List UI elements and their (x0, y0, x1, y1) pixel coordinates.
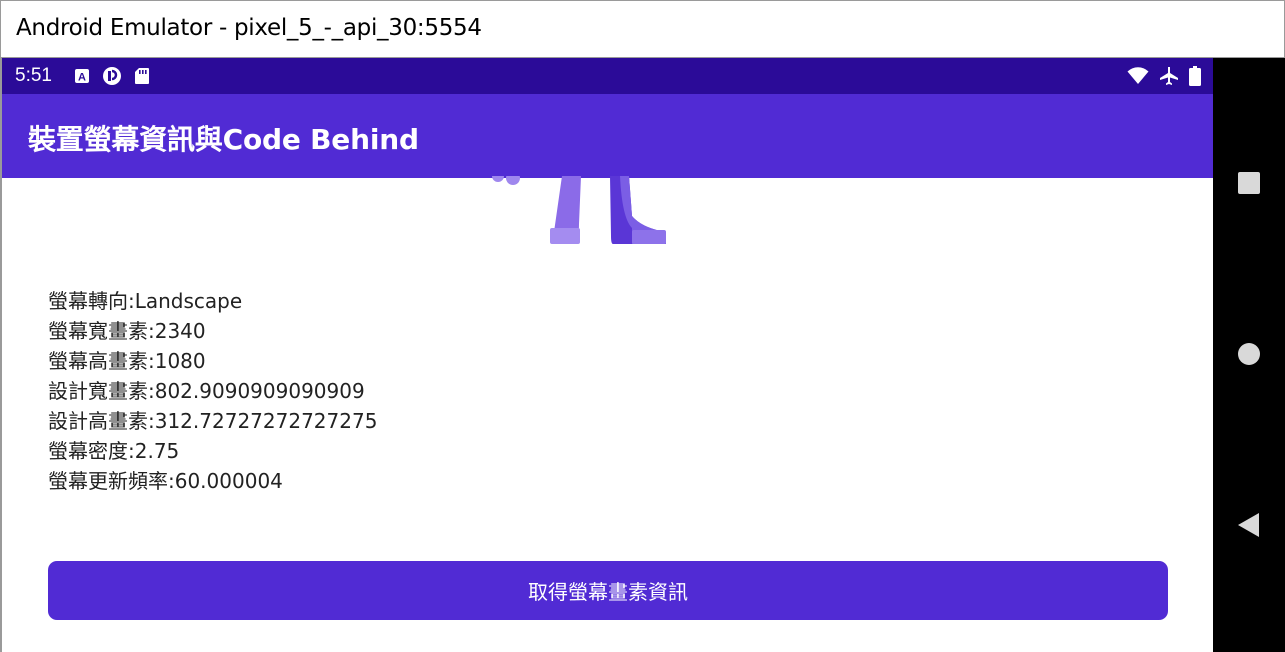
width-pixels-text: 螢幕寬畫素:2340 (48, 319, 206, 343)
design-height-text: 設計高畫素:312.72727272727275 (48, 409, 378, 433)
get-screen-info-button[interactable]: 取得螢幕畫素資訊 (48, 561, 1168, 620)
wifi-icon (1127, 67, 1149, 89)
svg-text:A: A (78, 72, 86, 84)
airplane-mode-icon (1159, 66, 1179, 90)
battery-icon (1189, 66, 1201, 90)
emulator-window-title: Android Emulator - pixel_5_-_api_30:5554 (16, 15, 482, 41)
back-triangle-icon[interactable] (1213, 512, 1285, 538)
design-width-text: 設計寬畫素:802.9090909090909 (48, 379, 365, 403)
screen-info-list: 螢幕轉向:Landscape 螢幕寬畫素:2340 螢幕高畫素:1080 設計寬… (48, 286, 377, 496)
page-title: 裝置螢幕資訊與Code Behind (28, 123, 419, 156)
status-time: 5:51 (15, 65, 52, 86)
height-pixels-text: 螢幕高畫素:1080 (48, 349, 206, 373)
density-text: 螢幕密度:2.75 (48, 439, 180, 463)
home-circle-icon[interactable] (1213, 342, 1285, 366)
orientation-text: 螢幕轉向:Landscape (48, 289, 243, 313)
refresh-rate-text: 螢幕更新頻率:60.000004 (48, 469, 283, 493)
dotnet-bot-image (492, 176, 666, 244)
accessibility-icon: A (74, 68, 90, 88)
sync-icon (102, 66, 122, 90)
android-nav-bar (1213, 58, 1285, 652)
main-content: 螢幕轉向:Landscape 螢幕寬畫素:2340 螢幕高畫素:1080 設計寬… (2, 176, 1213, 652)
android-screen: 5:51 A 裝置螢幕資訊與Code Behind 螢幕轉向:Landscape… (2, 58, 1213, 652)
sd-card-icon (134, 67, 150, 89)
app-bar: 裝置螢幕資訊與Code Behind (2, 94, 1213, 178)
emulator-title-bar[interactable]: Android Emulator - pixel_5_-_api_30:5554 (0, 0, 1285, 58)
status-bar: 5:51 A (2, 58, 1213, 94)
recents-square-icon[interactable] (1213, 171, 1285, 195)
